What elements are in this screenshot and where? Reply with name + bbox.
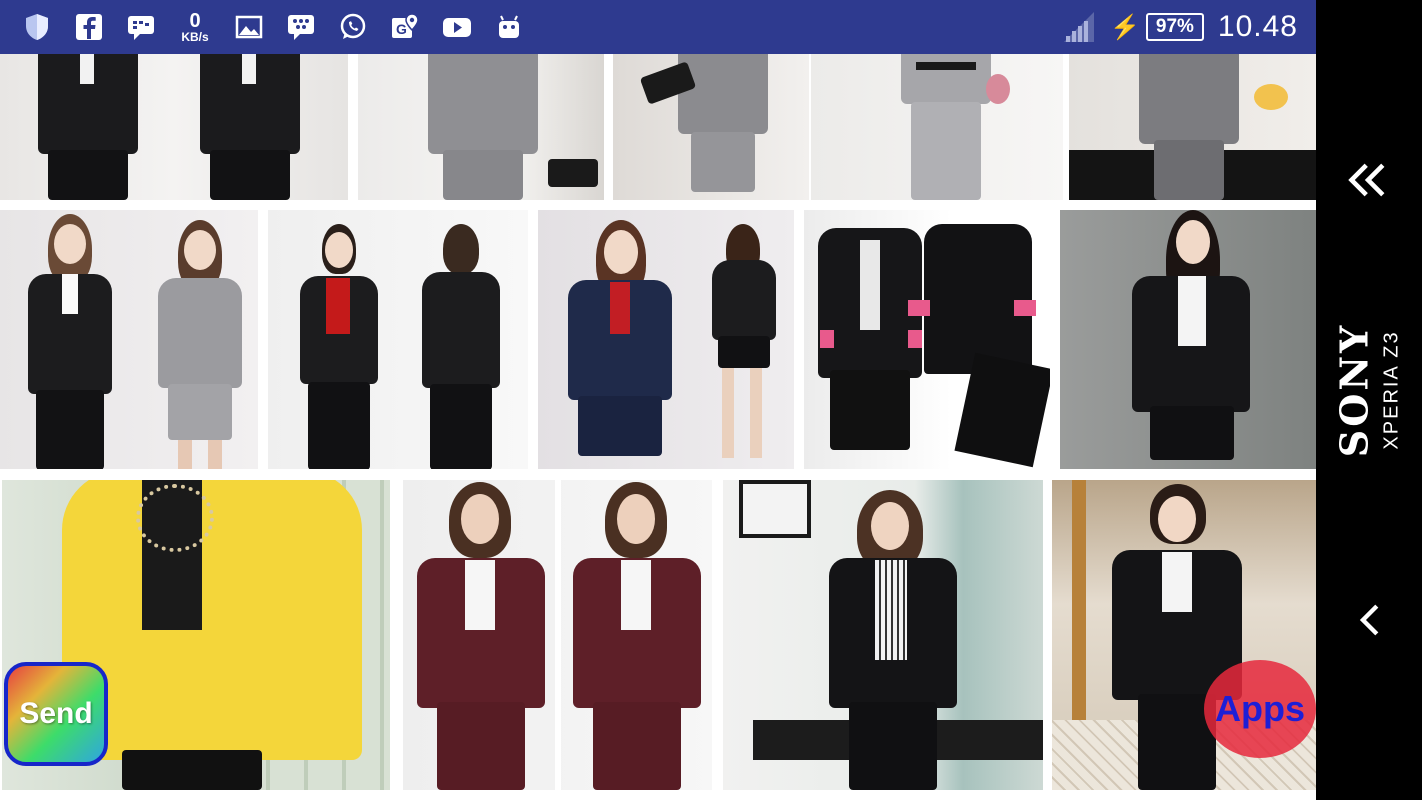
signal-icon [1062, 10, 1096, 44]
side-navigation: SONY XPERIA Z3 [1316, 0, 1422, 800]
gallery-image[interactable] [811, 54, 1063, 200]
system-status: ⚡ 97% 10.48 [1062, 0, 1298, 54]
chevron-left-icon[interactable] [1344, 590, 1394, 650]
double-chevron-left-icon[interactable] [1344, 150, 1394, 210]
gallery-image[interactable] [0, 210, 258, 469]
status-bar: 0 KB/s G ⚡ 97% 10.48 [0, 0, 1316, 54]
notification-icons: 0 KB/s G [20, 0, 526, 54]
gallery-image[interactable] [268, 210, 528, 469]
send-button[interactable]: Send [4, 662, 108, 766]
device-model: XPERIA Z3 [1380, 330, 1403, 450]
facebook-icon [72, 10, 106, 44]
gallery-image[interactable] [613, 54, 809, 200]
youtube-icon [440, 10, 474, 44]
maps-icon: G [388, 10, 422, 44]
gallery-image[interactable] [1069, 54, 1316, 200]
svg-text:G: G [396, 21, 407, 37]
gallery-image[interactable] [538, 210, 794, 469]
android-icon [492, 10, 526, 44]
image-gallery [0, 54, 1316, 800]
clock: 10.48 [1217, 10, 1298, 43]
blackberry-icon [284, 10, 318, 44]
apps-button[interactable]: Apps [1204, 660, 1316, 758]
gallery-image[interactable] [804, 210, 1050, 469]
gallery-image[interactable] [358, 54, 604, 200]
battery-percent: 97% [1145, 13, 1204, 41]
gallery-image[interactable] [723, 480, 1043, 790]
shield-icon [20, 10, 54, 44]
gallery-icon [232, 10, 266, 44]
whatsapp-icon [336, 10, 370, 44]
bbm-icon [124, 10, 158, 44]
gallery-image[interactable] [1060, 210, 1316, 469]
brand-logo: SONY [1331, 322, 1377, 458]
network-speed: 0 KB/s [176, 11, 214, 43]
apps-button-label: Apps [1215, 688, 1305, 729]
gallery-image[interactable] [403, 480, 712, 790]
net-speed-unit: KB/s [181, 30, 209, 44]
gallery-image[interactable] [0, 54, 348, 200]
net-speed-value: 0 [189, 10, 201, 32]
send-button-label: Send [19, 697, 93, 730]
charging-icon: ⚡ [1110, 13, 1140, 41]
battery-indicator: ⚡ 97% [1110, 13, 1204, 42]
